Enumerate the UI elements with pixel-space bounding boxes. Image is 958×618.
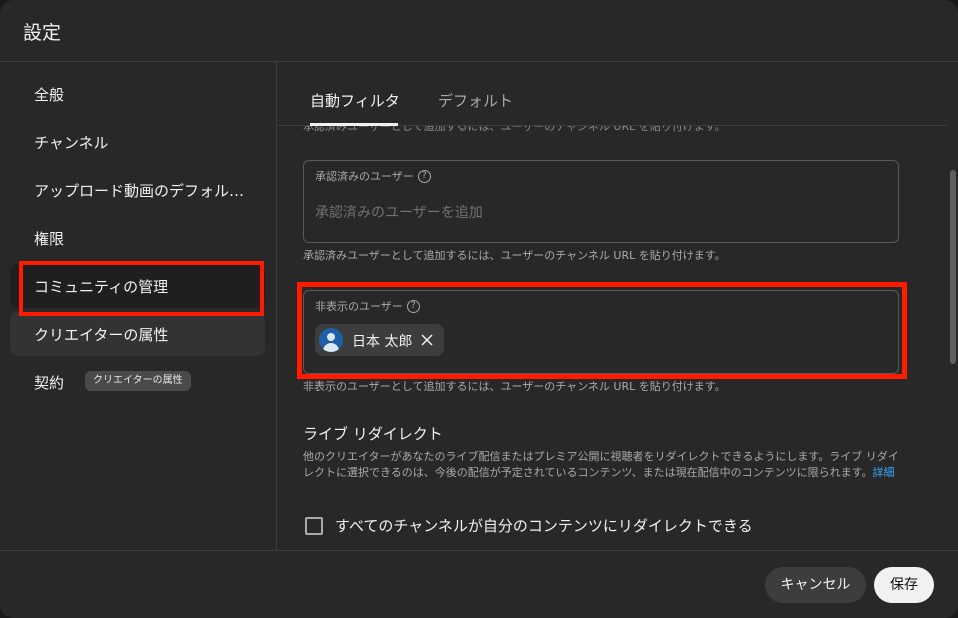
- hidden-users-helper: 非表示のユーザーとして追加するには、ユーザーのチャンネル URL を貼り付けます…: [303, 380, 726, 393]
- sidebar-item-upload-defaults[interactable]: アップロード動画のデフォル…: [10, 168, 265, 212]
- sidebar-item-agreements[interactable]: 契約 クリエイターの属性: [10, 360, 265, 404]
- live-redirect-description-text: 他のクリエイターがあなたのライブ配信またはプレミア公開に視聴者をリダイレクトでき…: [303, 450, 899, 479]
- community-highlight-box: [19, 261, 264, 316]
- sidebar-item-general[interactable]: 全般: [10, 72, 265, 116]
- scrolled-helper-text: 承認済みユーザーとして追加するには、ユーザーのチャンネル URL を貼り付けます…: [303, 126, 726, 133]
- live-redirect-description: 他のクリエイターがあなたのライブ配信またはプレミア公開に視聴者をリダイレクトでき…: [303, 449, 903, 481]
- sidebar-item-permissions[interactable]: 権限: [10, 216, 265, 260]
- scrollbar[interactable]: [950, 170, 956, 364]
- sidebar-item-label: クリエイターの属性: [34, 326, 169, 344]
- learn-more-link[interactable]: 詳細: [872, 466, 894, 479]
- sidebar-item-label: 全般: [34, 86, 65, 104]
- dialog-header: 設定: [0, 0, 958, 62]
- approved-users-label-text: 承認済みのユーザー: [315, 170, 414, 183]
- sidebar-item-label: チャンネル: [34, 134, 109, 152]
- settings-dialog: 設定 全般 チャンネル アップロード動画のデフォル… 権限 コミュニティの管理 …: [0, 0, 958, 618]
- sidebar-item-label: アップロード動画のデフォル…: [34, 182, 245, 200]
- live-redirect-title: ライブ リダイレクト: [303, 425, 443, 443]
- hidden-users-highlight-box: [297, 282, 907, 379]
- sidebar-item-creator-attribution[interactable]: クリエイターの属性: [10, 312, 265, 356]
- cancel-button[interactable]: キャンセル: [765, 567, 866, 603]
- dialog-footer: キャンセル 保存: [0, 550, 958, 618]
- sidebar-item-label: 契約: [34, 374, 65, 392]
- save-button[interactable]: 保存: [874, 567, 934, 603]
- approved-users-input[interactable]: 承認済みのユーザーを追加: [315, 202, 483, 222]
- tab-defaults[interactable]: デフォルト: [438, 90, 513, 111]
- tab-auto-filter[interactable]: 自動フィルタ: [310, 90, 400, 111]
- dialog-title: 設定: [23, 22, 62, 44]
- help-icon[interactable]: ?: [417, 169, 431, 183]
- live-redirect-checkbox-label[interactable]: すべてのチャンネルが自分のコンテンツにリダイレクトできる: [335, 515, 753, 536]
- approved-users-label: 承認済みのユーザー ?: [315, 168, 431, 184]
- sidebar-item-channel[interactable]: チャンネル: [10, 120, 265, 164]
- approved-users-field[interactable]: 承認済みのユーザー ? 承認済みのユーザーを追加: [303, 160, 899, 243]
- live-redirect-checkbox[interactable]: [305, 517, 323, 535]
- sidebar-item-label: 権限: [34, 230, 65, 248]
- agreements-badge: クリエイターの属性: [85, 371, 191, 391]
- tab-bar: 自動フィルタ デフォルト: [278, 62, 946, 126]
- approved-users-helper: 承認済みユーザーとして追加するには、ユーザーのチャンネル URL を貼り付けます…: [303, 249, 726, 262]
